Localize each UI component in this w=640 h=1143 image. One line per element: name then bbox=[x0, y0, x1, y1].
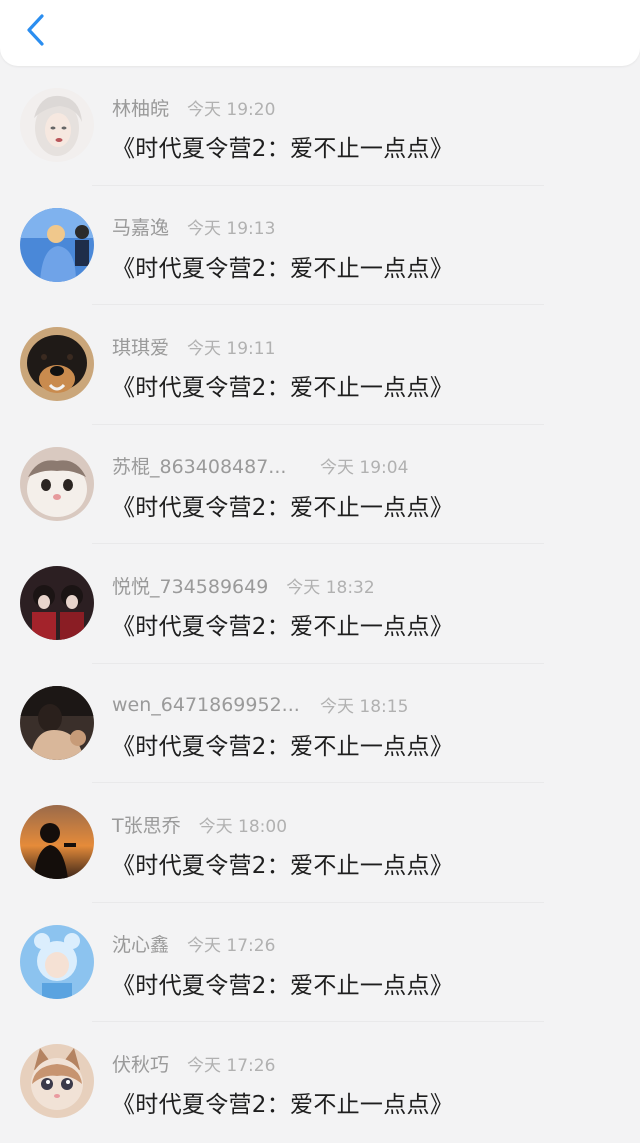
timestamp: 今天 17:26 bbox=[187, 1055, 276, 1076]
avatar[interactable] bbox=[20, 924, 94, 999]
list-item[interactable]: T张思乔 今天 18:00 《时代夏令营2：爱不止一点点》 bbox=[0, 783, 640, 903]
chevron-left-icon bbox=[27, 14, 44, 46]
list-item[interactable]: wen_6471869952... 今天 18:15 《时代夏令营2：爱不止一点… bbox=[0, 664, 640, 783]
comment-text: 《时代夏令营2：爱不止一点点》 bbox=[112, 614, 454, 640]
comment-meta: 苏棍_863408487... 今天 19:04 bbox=[112, 453, 408, 479]
comment-meta: 沈心鑫 今天 17:26 bbox=[112, 931, 275, 957]
avatar[interactable] bbox=[20, 207, 94, 282]
back-button[interactable] bbox=[14, 10, 58, 50]
timestamp: 今天 19:11 bbox=[187, 338, 276, 359]
username[interactable]: 琪琪爱 bbox=[112, 333, 169, 360]
top-bar bbox=[0, 0, 640, 66]
username[interactable]: 马嘉逸 bbox=[112, 213, 169, 240]
avatar[interactable] bbox=[20, 566, 94, 640]
comment-meta: wen_6471869952... 今天 18:15 bbox=[112, 692, 408, 718]
timestamp: 今天 18:00 bbox=[198, 816, 288, 837]
comment-text: 《时代夏令营2：爱不止一点点》 bbox=[112, 494, 454, 521]
timestamp: 今天 18:15 bbox=[320, 697, 409, 717]
comment-meta: 悦悦_734589649 今天 18:32 bbox=[112, 572, 375, 598]
avatar[interactable] bbox=[20, 1044, 94, 1118]
username[interactable]: wen_6471869952... bbox=[112, 694, 302, 716]
username[interactable]: 苏棍_863408487... bbox=[112, 452, 302, 479]
list-item[interactable]: 苏棍_863408487... 今天 19:04 《时代夏令营2：爱不止一点点》 bbox=[0, 425, 640, 544]
comment-text: 《时代夏令营2：爱不止一点点》 bbox=[112, 853, 454, 879]
list-item[interactable]: 林柚皖 今天 19:20 《时代夏令营2：爱不止一点点》 bbox=[0, 66, 640, 186]
comment-meta: 马嘉逸 今天 19:13 bbox=[112, 214, 275, 240]
list-item[interactable]: 悦悦_734589649 今天 18:32 《时代夏令营2：爱不止一点点》 bbox=[0, 544, 640, 664]
avatar[interactable] bbox=[20, 327, 94, 401]
comment-meta: T张思乔 今天 18:00 bbox=[112, 811, 287, 837]
comment-text: 《时代夏令营2：爱不止一点点》 bbox=[112, 1092, 454, 1118]
username[interactable]: 悦悦_734589649 bbox=[112, 572, 268, 599]
timestamp: 今天 19:04 bbox=[320, 458, 409, 478]
comment-meta: 林柚皖 今天 19:20 bbox=[112, 94, 275, 120]
timestamp: 今天 19:20 bbox=[187, 99, 276, 120]
avatar[interactable] bbox=[20, 805, 94, 879]
comment-text: 《时代夏令营2：爱不止一点点》 bbox=[112, 733, 454, 760]
timestamp: 今天 19:13 bbox=[187, 219, 276, 239]
username[interactable]: 林柚皖 bbox=[112, 94, 169, 121]
timestamp: 今天 17:26 bbox=[187, 936, 276, 956]
comment-text: 《时代夏令营2：爱不止一点点》 bbox=[112, 972, 454, 999]
list-item[interactable]: 马嘉逸 今天 19:13 《时代夏令营2：爱不止一点点》 bbox=[0, 186, 640, 305]
comment-text: 《时代夏令营2：爱不止一点点》 bbox=[112, 136, 454, 162]
username[interactable]: T张思乔 bbox=[112, 811, 181, 838]
comment-list: 林柚皖 今天 19:20 《时代夏令营2：爱不止一点点》 马嘉逸 今天 19:1… bbox=[0, 66, 640, 1142]
username[interactable]: 伏秋巧 bbox=[112, 1050, 169, 1077]
list-item[interactable]: 沈心鑫 今天 17:26 《时代夏令营2：爱不止一点点》 bbox=[0, 903, 640, 1022]
avatar[interactable] bbox=[20, 88, 94, 162]
username[interactable]: 沈心鑫 bbox=[112, 930, 169, 957]
timestamp: 今天 18:32 bbox=[286, 577, 375, 598]
comment-meta: 琪琪爱 今天 19:11 bbox=[112, 333, 275, 359]
comment-text: 《时代夏令营2：爱不止一点点》 bbox=[112, 375, 454, 401]
avatar[interactable] bbox=[20, 446, 94, 521]
comment-meta: 伏秋巧 今天 17:26 bbox=[112, 1050, 275, 1076]
list-item[interactable]: 琪琪爱 今天 19:11 《时代夏令营2：爱不止一点点》 bbox=[0, 305, 640, 425]
list-item[interactable]: 伏秋巧 今天 17:26 《时代夏令营2：爱不止一点点》 bbox=[0, 1022, 640, 1142]
comment-text: 《时代夏令营2：爱不止一点点》 bbox=[112, 255, 454, 282]
avatar[interactable] bbox=[20, 685, 94, 760]
